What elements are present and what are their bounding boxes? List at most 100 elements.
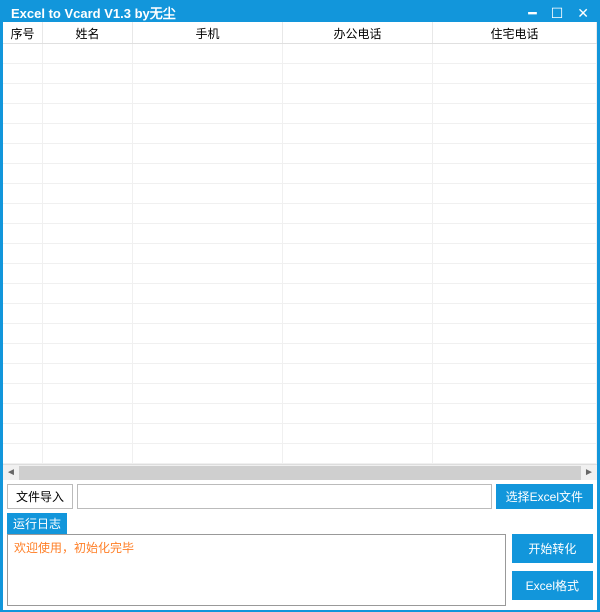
table-row[interactable] (3, 384, 597, 404)
table-cell[interactable] (43, 204, 133, 223)
table-cell[interactable] (133, 164, 283, 183)
table-cell[interactable] (3, 124, 43, 143)
table-cell[interactable] (283, 384, 433, 403)
table-row[interactable] (3, 204, 597, 224)
table-row[interactable] (3, 144, 597, 164)
excel-format-button[interactable]: Excel格式 (512, 571, 593, 600)
log-output[interactable]: 欢迎使用，初始化完毕 (7, 534, 506, 606)
table-cell[interactable] (283, 124, 433, 143)
table-cell[interactable] (43, 84, 133, 103)
table-cell[interactable] (133, 144, 283, 163)
table-cell[interactable] (133, 84, 283, 103)
table-cell[interactable] (3, 284, 43, 303)
table-cell[interactable] (3, 84, 43, 103)
scroll-track[interactable] (19, 466, 581, 480)
table-cell[interactable] (133, 424, 283, 443)
table-cell[interactable] (3, 444, 43, 463)
table-cell[interactable] (433, 324, 597, 343)
table-cell[interactable] (3, 44, 43, 63)
table-cell[interactable] (433, 84, 597, 103)
table-cell[interactable] (3, 144, 43, 163)
table-cell[interactable] (43, 364, 133, 383)
table-cell[interactable] (133, 64, 283, 83)
table-cell[interactable] (433, 124, 597, 143)
grid-body[interactable] (3, 44, 597, 464)
table-cell[interactable] (43, 144, 133, 163)
table-cell[interactable] (3, 264, 43, 283)
table-cell[interactable] (3, 64, 43, 83)
table-cell[interactable] (43, 404, 133, 423)
table-cell[interactable] (133, 444, 283, 463)
table-cell[interactable] (433, 364, 597, 383)
col-header-home[interactable]: 住宅电话 (433, 22, 597, 43)
table-cell[interactable] (43, 104, 133, 123)
table-cell[interactable] (433, 304, 597, 323)
table-cell[interactable] (43, 344, 133, 363)
table-cell[interactable] (133, 324, 283, 343)
table-cell[interactable] (433, 44, 597, 63)
table-cell[interactable] (433, 184, 597, 203)
table-cell[interactable] (133, 384, 283, 403)
table-cell[interactable] (433, 424, 597, 443)
maximize-button[interactable]: ☐ (551, 6, 564, 20)
table-cell[interactable] (433, 224, 597, 243)
table-cell[interactable] (3, 224, 43, 243)
table-cell[interactable] (133, 404, 283, 423)
table-cell[interactable] (43, 284, 133, 303)
table-row[interactable] (3, 184, 597, 204)
table-cell[interactable] (283, 164, 433, 183)
table-cell[interactable] (43, 304, 133, 323)
table-cell[interactable] (3, 324, 43, 343)
table-cell[interactable] (283, 324, 433, 343)
table-cell[interactable] (43, 184, 133, 203)
minimize-button[interactable]: ━ (528, 6, 536, 20)
table-cell[interactable] (133, 44, 283, 63)
table-cell[interactable] (283, 284, 433, 303)
scroll-thumb[interactable] (19, 466, 581, 480)
table-cell[interactable] (433, 144, 597, 163)
table-cell[interactable] (3, 384, 43, 403)
table-row[interactable] (3, 284, 597, 304)
table-cell[interactable] (3, 104, 43, 123)
table-cell[interactable] (43, 124, 133, 143)
table-cell[interactable] (133, 344, 283, 363)
col-header-office[interactable]: 办公电话 (283, 22, 433, 43)
table-cell[interactable] (133, 184, 283, 203)
file-path-input[interactable] (77, 484, 492, 509)
table-cell[interactable] (133, 244, 283, 263)
table-cell[interactable] (133, 104, 283, 123)
table-row[interactable] (3, 364, 597, 384)
table-cell[interactable] (3, 344, 43, 363)
table-cell[interactable] (433, 404, 597, 423)
table-cell[interactable] (433, 264, 597, 283)
table-cell[interactable] (133, 284, 283, 303)
table-cell[interactable] (283, 344, 433, 363)
table-cell[interactable] (433, 64, 597, 83)
table-cell[interactable] (283, 224, 433, 243)
table-cell[interactable] (283, 184, 433, 203)
table-cell[interactable] (283, 144, 433, 163)
table-cell[interactable] (433, 244, 597, 263)
col-header-index[interactable]: 序号 (3, 22, 43, 43)
table-cell[interactable] (133, 124, 283, 143)
select-excel-button[interactable]: 选择Excel文件 (496, 484, 593, 509)
table-row[interactable] (3, 304, 597, 324)
table-cell[interactable] (3, 164, 43, 183)
table-cell[interactable] (283, 64, 433, 83)
table-cell[interactable] (283, 444, 433, 463)
table-row[interactable] (3, 444, 597, 464)
table-cell[interactable] (43, 244, 133, 263)
table-cell[interactable] (43, 164, 133, 183)
table-cell[interactable] (133, 264, 283, 283)
table-row[interactable] (3, 224, 597, 244)
table-cell[interactable] (43, 384, 133, 403)
horizontal-scrollbar[interactable]: ◄ ► (3, 464, 597, 480)
table-cell[interactable] (3, 404, 43, 423)
table-cell[interactable] (3, 364, 43, 383)
table-cell[interactable] (3, 204, 43, 223)
table-row[interactable] (3, 104, 597, 124)
table-cell[interactable] (283, 44, 433, 63)
table-row[interactable] (3, 424, 597, 444)
table-cell[interactable] (3, 184, 43, 203)
table-cell[interactable] (283, 424, 433, 443)
